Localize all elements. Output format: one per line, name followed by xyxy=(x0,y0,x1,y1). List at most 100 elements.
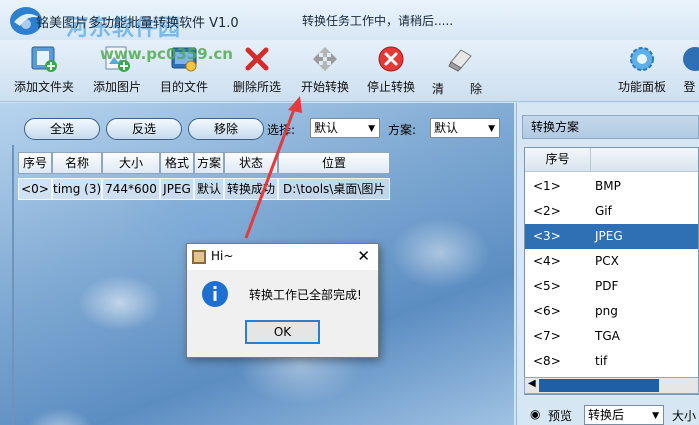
scheme-label: 方案: xyxy=(388,123,417,137)
column-header-name[interactable]: 名称 xyxy=(52,152,102,174)
watermark-url: www.pc0359.cn xyxy=(100,45,233,63)
scheme-item[interactable]: <2> Gif xyxy=(525,199,698,224)
left-divider xyxy=(12,145,14,425)
scheme-header-format[interactable] xyxy=(591,148,698,172)
column-header-scheme[interactable]: 方案 xyxy=(194,152,224,174)
preview-label: 预览 xyxy=(548,409,573,423)
stop-convert-label: 停止转换 xyxy=(366,80,415,94)
invert-selection-button[interactable]: 反选 xyxy=(106,118,182,140)
stop-convert-button[interactable]: 停止转换 xyxy=(366,44,416,100)
target-file-label: 目的文件 xyxy=(159,80,208,94)
cell-scheme[interactable]: 默认 xyxy=(194,178,224,200)
horizontal-scrollbar[interactable]: ◀ xyxy=(524,377,699,394)
scheme-item-no: <3> xyxy=(533,229,561,243)
cell-name[interactable]: timg (3) xyxy=(52,178,102,200)
dialog-title-bar: Hi~ ✕ xyxy=(187,244,378,270)
scheme-panel-title: 转换方案 xyxy=(522,115,699,139)
scheme-item-no: <5> xyxy=(533,279,561,293)
convert-arrows-icon xyxy=(313,47,337,71)
column-header-format[interactable]: 格式 xyxy=(160,152,194,174)
scheme-item-format: PCX xyxy=(595,254,619,268)
scheme-item[interactable]: <1> BMP xyxy=(525,174,698,199)
dropdown-arrow-icon: ▼ xyxy=(652,411,659,421)
function-panel-label: 功能面板 xyxy=(617,80,666,94)
cell-index[interactable]: <0> xyxy=(18,178,52,200)
select-combo[interactable]: 默认 ▼ xyxy=(310,118,380,138)
login-icon xyxy=(683,47,699,71)
scheme-item-no: <7> xyxy=(533,329,561,343)
close-icon[interactable]: ✕ xyxy=(357,247,370,265)
column-header-location[interactable]: 位置 xyxy=(278,152,390,174)
size-label: 大小 xyxy=(672,409,697,423)
dialog-title: Hi~ xyxy=(211,249,234,263)
dialog-body: 转换工作已全部完成! OK xyxy=(187,270,378,357)
select-combo-value: 默认 xyxy=(314,121,339,135)
gear-icon xyxy=(630,47,654,71)
dropdown-arrow-icon: ▼ xyxy=(368,124,375,134)
scheme-item-format: png xyxy=(595,304,618,318)
scheme-item-no: <2> xyxy=(533,204,561,218)
scheme-item[interactable]: <8> tif xyxy=(525,349,698,374)
status-text: 转换任务工作中，请稍后..... xyxy=(302,14,454,28)
scheme-header-no[interactable]: 序号 xyxy=(525,148,591,172)
scheme-item[interactable]: <5> PDF xyxy=(525,274,698,299)
scheme-item-format: TGA xyxy=(595,329,620,343)
scheme-item[interactable]: <4> PCX xyxy=(525,249,698,274)
column-header-index[interactable]: 序号 xyxy=(18,152,52,174)
add-folder-label: 添加文件夹 xyxy=(13,80,74,94)
dialog-app-icon xyxy=(192,250,206,264)
scheme-item-format: Gif xyxy=(595,204,612,218)
scheme-item-format: BMP xyxy=(595,179,621,193)
delete-x-icon xyxy=(245,47,269,71)
login-label: 登 xyxy=(683,80,696,94)
select-label: 选择: xyxy=(267,123,296,137)
start-convert-button[interactable]: 开始转换 xyxy=(298,44,352,100)
clear-label: 清 xyxy=(432,82,445,96)
column-header-size[interactable]: 大小 xyxy=(102,152,160,174)
scheme-item-format: JPEG xyxy=(595,229,623,243)
cell-format[interactable]: JPEG xyxy=(160,178,194,200)
add-image-label: 添加图片 xyxy=(92,80,141,94)
scheme-list[interactable]: 序号 <1> BMP <2> Gif <3> JPEG <4> PCX <5> PDF <6> png… xyxy=(524,147,699,395)
scheme-item[interactable]: <3> JPEG xyxy=(525,224,698,249)
cell-status[interactable]: 转换成功 xyxy=(224,178,278,200)
stop-icon xyxy=(378,46,404,72)
scheme-item-no: <6> xyxy=(533,304,561,318)
add-folder-icon xyxy=(31,46,57,72)
select-all-button[interactable]: 全选 xyxy=(24,118,100,140)
dropdown-arrow-icon: ▼ xyxy=(488,124,495,134)
title-bar: 河东软件园 铭美图片多功能批量转换软件 V1.0 转换任务工作中，请稍后....… xyxy=(0,0,699,41)
scheme-item[interactable]: <6> png xyxy=(525,299,698,324)
add-folder-button[interactable]: 添加文件夹 xyxy=(12,44,76,100)
scrollbar-thumb[interactable] xyxy=(539,379,659,392)
eraser-icon xyxy=(448,49,472,72)
clear-button[interactable]: 清 除 xyxy=(430,44,490,100)
start-convert-label: 开始转换 xyxy=(300,80,349,94)
preview-combo-value: 转换后 xyxy=(588,408,625,422)
preview-bar: ◉ 预览 转换后 ▼ 大小 xyxy=(522,404,699,425)
scheme-combo-value: 默认 xyxy=(434,121,459,135)
cell-size[interactable]: 744*600 xyxy=(102,178,160,200)
login-button[interactable]: 登 xyxy=(680,44,699,100)
scheme-item-no: <1> xyxy=(533,179,561,193)
info-icon xyxy=(202,281,228,307)
dialog-message: 转换工作已全部完成! xyxy=(249,288,362,302)
function-panel-button[interactable]: 功能面板 xyxy=(614,44,670,100)
preview-combo[interactable]: 转换后 ▼ xyxy=(584,405,664,425)
scroll-left-icon[interactable]: ◀ xyxy=(528,378,536,389)
delete-selected-label: 删除所选 xyxy=(232,80,281,94)
remove-button[interactable]: 移除 xyxy=(188,118,264,140)
completion-dialog: Hi~ ✕ 转换工作已全部完成! OK xyxy=(186,243,379,358)
column-header-status[interactable]: 状态 xyxy=(224,152,278,174)
scheme-item-format: tif xyxy=(595,354,608,368)
delete-selected-button[interactable]: 删除所选 xyxy=(230,44,284,100)
scheme-combo[interactable]: 默认 ▼ xyxy=(430,118,500,138)
ok-button[interactable]: OK xyxy=(245,320,320,344)
preview-radio-icon[interactable]: ◉ xyxy=(530,407,540,421)
remove-label: 除 xyxy=(470,82,483,96)
scheme-item[interactable]: <7> TGA xyxy=(525,324,698,349)
app-title: 铭美图片多功能批量转换软件 V1.0 xyxy=(36,16,239,31)
scheme-item-no: <8> xyxy=(533,354,561,368)
cell-location[interactable]: D:\tools\桌面\图片 xyxy=(278,178,390,200)
scheme-item-no: <4> xyxy=(533,254,561,268)
